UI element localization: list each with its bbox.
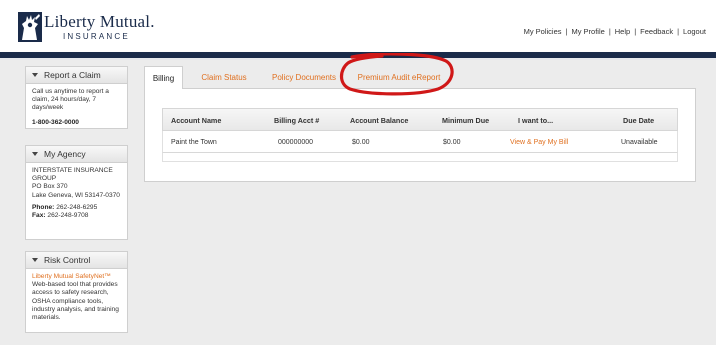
agency-address-2: Lake Geneva, WI 53147-0370	[32, 191, 120, 199]
nav-feedback[interactable]: Feedback	[640, 27, 673, 36]
phone-label: Phone:	[32, 203, 55, 211]
collapse-triangle-icon	[32, 73, 38, 77]
nav-help[interactable]: Help	[615, 27, 630, 36]
agency-address-1: PO Box 370	[32, 183, 68, 191]
cell-minimum-due: $0.00	[443, 138, 461, 146]
cell-account-balance: $0.00	[352, 138, 370, 146]
fax-label: Fax:	[32, 212, 46, 220]
main-panel: Billing Claim Status Policy Documents Pr…	[144, 66, 696, 182]
site-header: Liberty Mutual. INSURANCE My Policies | My…	[0, 0, 716, 52]
billing-table: Account Name Billing Acct # Account Bala…	[162, 108, 678, 162]
report-claim-header[interactable]: Report a Claim	[26, 67, 127, 84]
tab-claim-status[interactable]: Claim Status	[194, 66, 254, 88]
nav-my-policies[interactable]: My Policies	[524, 27, 562, 36]
top-nav: My Policies | My Profile | Help | Feedback | Log…	[523, 27, 706, 36]
risk-control-title: Risk Control	[44, 255, 91, 265]
agency-name: INTERSTATE INSURANCE GROUP	[32, 167, 113, 183]
agency-phone: 262-248-6295	[56, 203, 98, 211]
col-i-want-to: I want to...	[518, 116, 554, 125]
table-row: Paint the Town 000000000 $0.00 $0.00 Vie…	[162, 131, 678, 153]
col-minimum-due: Minimum Due	[442, 116, 490, 125]
tab-premium-audit-ereport[interactable]: Premium Audit eReport	[349, 66, 449, 88]
report-claim-text: Call us anytime to report a claim, 24 ho…	[32, 88, 109, 112]
cell-due-date: Unavailable	[621, 138, 658, 146]
col-account-balance: Account Balance	[350, 116, 409, 125]
tab-policy-documents[interactable]: Policy Documents	[264, 66, 344, 88]
view-pay-bill-link[interactable]: View & Pay My Bill	[510, 131, 568, 153]
col-due-date: Due Date	[623, 116, 655, 125]
col-account-name: Account Name	[171, 116, 222, 125]
my-agency-panel: My Agency INTERSTATE INSURANCE GROUP PO …	[25, 145, 128, 240]
billing-content: Account Name Billing Acct # Account Bala…	[144, 88, 696, 182]
nav-my-profile[interactable]: My Profile	[571, 27, 604, 36]
report-claim-panel: Report a Claim Call us anytime to report…	[25, 66, 128, 129]
my-agency-title: My Agency	[44, 149, 86, 159]
statue-of-liberty-icon	[18, 12, 42, 42]
table-header: Account Name Billing Acct # Account Bala…	[162, 108, 678, 131]
my-agency-header[interactable]: My Agency	[26, 146, 127, 163]
collapse-triangle-icon	[32, 152, 38, 156]
logo-subtitle: INSURANCE	[63, 32, 130, 41]
tab-bar: Billing Claim Status Policy Documents Pr…	[144, 66, 696, 89]
liberty-mutual-logo[interactable]: Liberty Mutual. INSURANCE	[18, 10, 154, 44]
logo-name: Liberty Mutual.	[44, 12, 155, 31]
collapse-triangle-icon	[32, 258, 38, 262]
nav-logout[interactable]: Logout	[683, 27, 706, 36]
agency-fax: 262-248-9708	[47, 212, 89, 220]
risk-control-text: Web-based tool that provides access to s…	[32, 281, 119, 322]
col-billing-acct: Billing Acct #	[274, 116, 320, 125]
risk-control-header[interactable]: Risk Control	[26, 252, 127, 269]
claim-phone: 1-800-362-0000	[32, 118, 79, 126]
tab-billing[interactable]: Billing	[144, 66, 183, 89]
risk-control-panel: Risk Control Liberty Mutual SafetyNet™ W…	[25, 251, 128, 333]
safetynet-link[interactable]: Liberty Mutual SafetyNet™	[32, 273, 121, 281]
report-claim-title: Report a Claim	[44, 70, 101, 80]
cell-billing-acct: 000000000	[278, 138, 314, 146]
cell-account-name: Paint the Town	[171, 138, 217, 146]
